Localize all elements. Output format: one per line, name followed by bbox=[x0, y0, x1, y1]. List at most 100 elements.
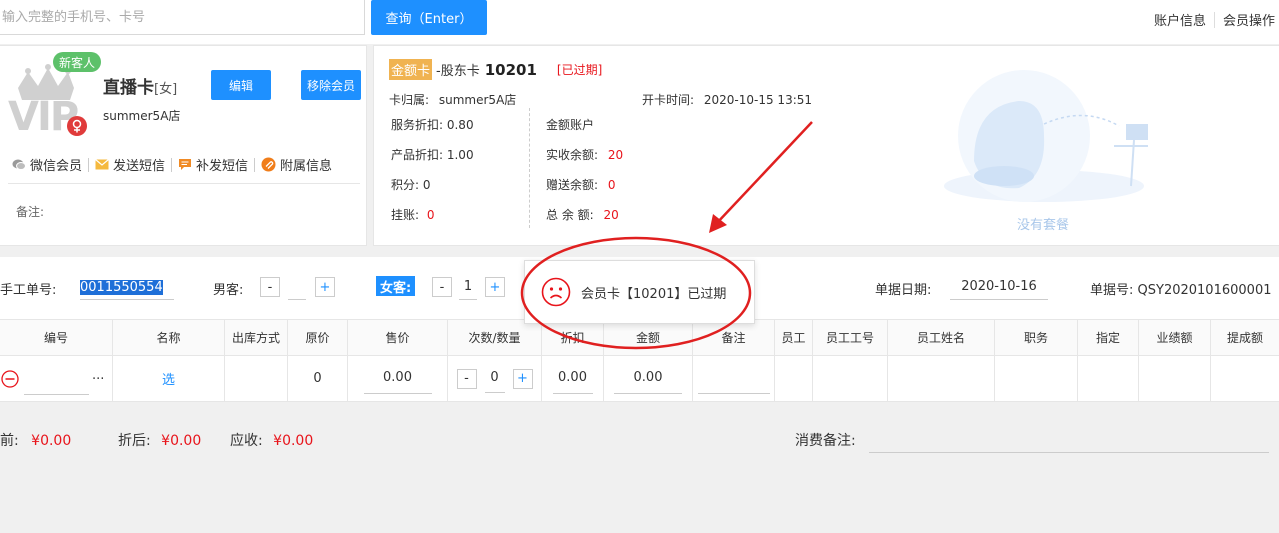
sad-face-icon bbox=[541, 277, 571, 307]
qty-minus-button[interactable]: - bbox=[456, 368, 477, 389]
before-discount-total: 前: ¥0.00 bbox=[0, 430, 71, 450]
member-operation-link[interactable]: 会员操作 bbox=[1223, 10, 1275, 29]
item-code-input[interactable] bbox=[24, 364, 89, 395]
member-name-row: 直播卡 [女] bbox=[103, 73, 177, 98]
position-cell bbox=[995, 356, 1078, 402]
query-button[interactable]: 查询（Enter） bbox=[371, 0, 487, 35]
remark-input[interactable] bbox=[697, 363, 770, 394]
col-header-sale-price: 售价 bbox=[348, 319, 448, 356]
amount-cell: 0.00 bbox=[604, 356, 693, 402]
col-header-staff-id: 员工工号 bbox=[813, 319, 888, 356]
bill-number: 单据号: QSY2020101600001 bbox=[1090, 279, 1271, 298]
due-value: ¥0.00 bbox=[273, 433, 314, 449]
card-status: [已过期] bbox=[556, 63, 603, 77]
gift-value: 0 bbox=[607, 178, 616, 192]
edit-member-button[interactable]: 编辑 bbox=[211, 70, 271, 100]
remark-cell bbox=[693, 356, 775, 402]
remove-row-icon[interactable] bbox=[1, 370, 19, 388]
original-price-cell: 0 bbox=[288, 356, 348, 402]
male-minus-button[interactable]: - bbox=[260, 277, 280, 297]
amount-input[interactable]: 0.00 bbox=[614, 363, 682, 394]
col-header-outbound: 出库方式 bbox=[225, 319, 288, 356]
total-balance: 总 余 额: 20 bbox=[546, 206, 619, 223]
member-actions: 微信会员 发送短信 补发短信 附属信息 bbox=[12, 155, 332, 174]
send-sms-action[interactable]: 发送短信 bbox=[95, 155, 165, 174]
more-button[interactable]: ... bbox=[92, 368, 104, 383]
member-remark-label: 备注: bbox=[16, 205, 45, 219]
col-header-quantity: 次数/数量 bbox=[448, 319, 542, 356]
female-guest-label: 女客: bbox=[376, 276, 416, 296]
member-search-box[interactable] bbox=[0, 0, 366, 35]
col-header-staff: 员工 bbox=[775, 319, 813, 356]
member-divider bbox=[8, 183, 360, 184]
action-divider bbox=[88, 157, 90, 172]
empty-package-illustration bbox=[944, 70, 1148, 202]
total-value: 20 bbox=[603, 208, 619, 222]
no-package-text: 没有套餐 bbox=[1017, 218, 1070, 233]
debt-label: 挂账: bbox=[391, 208, 420, 222]
discount-input[interactable]: 0.00 bbox=[552, 363, 593, 394]
manual-no-field[interactable]: 0011550554 bbox=[80, 275, 174, 300]
consume-remark-input[interactable] bbox=[869, 452, 1269, 453]
link-divider bbox=[1213, 11, 1215, 28]
card-class: -股东卡 bbox=[436, 64, 480, 79]
discount-cell: 0.00 bbox=[542, 356, 604, 402]
card-belong-label: 卡归属: bbox=[389, 93, 430, 107]
bill-date-field[interactable]: 2020-10-16 bbox=[950, 275, 1048, 300]
product-discount: 产品折扣: 1.00 bbox=[391, 148, 474, 162]
message-icon bbox=[179, 159, 192, 170]
female-minus-button[interactable]: - bbox=[432, 277, 452, 297]
performance-cell bbox=[1139, 356, 1211, 402]
remove-member-button[interactable]: 移除会员 bbox=[301, 70, 361, 100]
service-discount: 服务折扣: 0.80 bbox=[391, 118, 474, 132]
card-number: 10201 bbox=[484, 60, 537, 79]
female-plus-button[interactable]: + bbox=[485, 277, 505, 297]
card-belong: 卡归属: summer5A店 bbox=[389, 91, 516, 108]
col-header-discount: 折扣 bbox=[542, 319, 604, 356]
col-header-commission: 提成额 bbox=[1211, 319, 1279, 356]
paid-label: 实收余额: bbox=[546, 148, 599, 162]
female-icon bbox=[67, 116, 87, 136]
gift-balance: 赠送余额: 0 bbox=[546, 176, 616, 193]
bill-number-value: QSY2020101600001 bbox=[1137, 283, 1272, 298]
new-guest-badge: 新客人 bbox=[53, 52, 102, 72]
vip-logo-text: VIP bbox=[8, 94, 79, 140]
qty-plus-button[interactable]: + bbox=[512, 368, 533, 389]
col-header-position: 职务 bbox=[995, 319, 1078, 356]
card-open-time: 开卡时间: 2020-10-15 13:51 bbox=[642, 91, 812, 108]
qty-input[interactable]: 0 bbox=[484, 364, 505, 393]
before-value: ¥0.00 bbox=[31, 433, 72, 449]
action-divider bbox=[171, 157, 173, 172]
extra-info-action[interactable]: 附属信息 bbox=[261, 155, 332, 174]
total-label: 总 余 额: bbox=[546, 208, 594, 222]
wechat-icon bbox=[12, 159, 26, 170]
resend-sms-action[interactable]: 补发短信 bbox=[178, 155, 248, 174]
expired-card-toast: 会员卡【10201】已过期 bbox=[524, 260, 755, 324]
sale-price-input[interactable]: 0.00 bbox=[363, 363, 432, 394]
col-header-remark: 备注 bbox=[693, 319, 775, 356]
col-header-code: 编号 bbox=[0, 319, 113, 356]
quantity-cell: - 0 + bbox=[448, 356, 542, 402]
resend-sms-label: 补发短信 bbox=[196, 159, 249, 174]
wechat-member-action[interactable]: 微信会员 bbox=[12, 155, 82, 174]
bill-number-label: 单据号: bbox=[1090, 283, 1134, 298]
col-header-name: 名称 bbox=[113, 319, 225, 356]
member-search-input[interactable] bbox=[0, 0, 366, 34]
member-info-panel: VIP 新客人 直播卡 [女] summer5A店 编辑 移除会员 微信会员 发… bbox=[0, 45, 367, 246]
male-plus-button[interactable]: + bbox=[315, 277, 335, 297]
member-name: 直播卡 bbox=[103, 78, 154, 98]
col-header-original-price: 原价 bbox=[288, 319, 348, 356]
open-time-value: 2020-10-15 13:51 bbox=[703, 93, 813, 107]
manual-no-value: 0011550554 bbox=[80, 279, 163, 295]
attachment-icon bbox=[261, 157, 276, 172]
staff-id-cell bbox=[813, 356, 888, 402]
account-title: 金额账户 bbox=[546, 118, 595, 132]
consume-remark-label: 消费备注: bbox=[795, 433, 856, 449]
account-info-link[interactable]: 账户信息 bbox=[1154, 10, 1206, 29]
female-guest-count[interactable]: 1 bbox=[459, 275, 477, 300]
card-points: 积分: 0 bbox=[391, 178, 431, 192]
action-divider bbox=[254, 157, 256, 172]
male-guest-count[interactable] bbox=[288, 275, 306, 300]
select-item-link[interactable]: 选 bbox=[113, 356, 225, 402]
outbound-cell bbox=[225, 356, 288, 402]
